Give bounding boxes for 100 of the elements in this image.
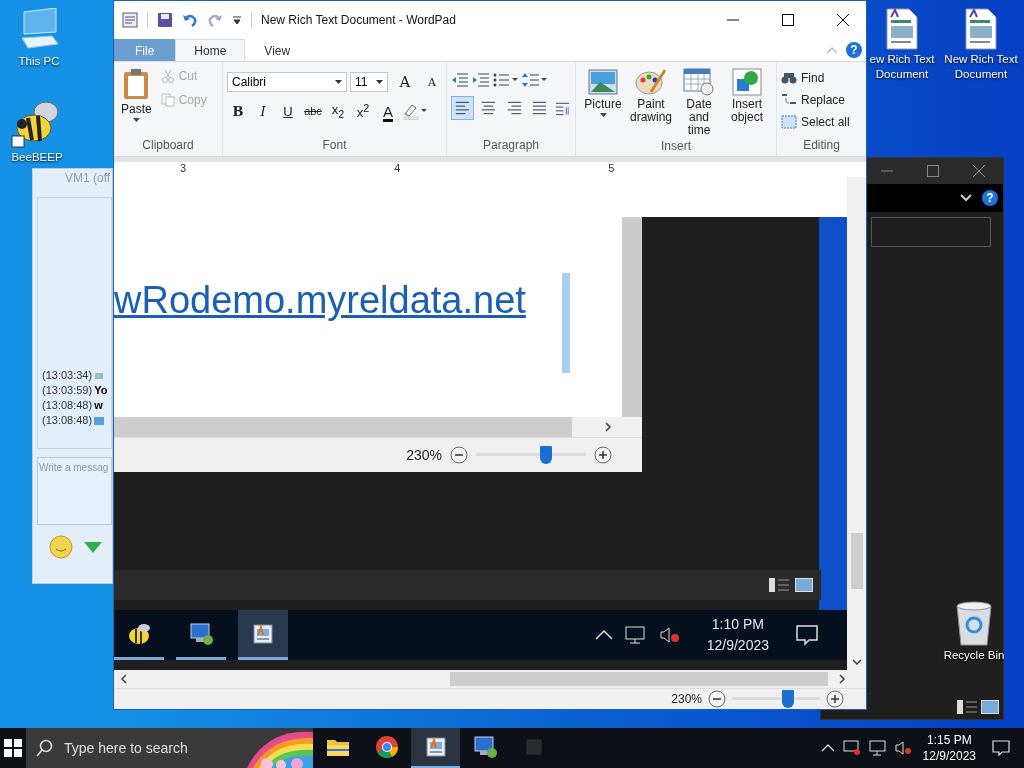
clock-date[interactable]: 12/9/2023 [922,748,976,764]
font-size-field[interactable]: 11 [350,72,388,92]
folder-icon[interactable] [325,737,350,757]
slider-thumb[interactable] [540,446,553,464]
close-icon[interactable] [837,14,849,26]
replace-button[interactable]: Replace [781,90,862,110]
dropdown-icon[interactable] [232,15,242,25]
caret-icon [335,80,342,84]
sup-button[interactable]: x$^{2}$ [352,100,374,122]
sub-button[interactable]: x$_{2}$ [327,100,349,122]
scrollbar[interactable] [114,417,642,437]
zoom-level: 230% [406,447,442,463]
clock-time[interactable]: 1:15 PM [926,732,972,748]
document-icon [964,8,998,50]
insert-datetime-button[interactable]: Date and time [676,66,722,139]
ribbon-tab[interactable]: Home [175,39,246,61]
slider-thumb[interactable] [782,690,795,708]
notification-icon[interactable] [795,624,819,646]
scrollbar[interactable] [847,177,866,670]
binoculars-icon [781,71,797,85]
wordpad-icon[interactable] [252,622,274,645]
computer-icon [94,370,105,381]
zoom-out-icon[interactable] [450,446,468,464]
zoom-out-icon[interactable] [708,690,726,708]
ruler-number: 5 [608,162,615,176]
chrome-icon[interactable] [374,735,399,759]
line-spacing-icon[interactable] [522,72,548,88]
ruler-number: 3 [180,162,187,176]
chevron-down-icon[interactable] [851,658,862,666]
bee-icon[interactable] [127,622,151,645]
ruler-number: 4 [394,162,401,176]
speaker-muted-icon[interactable] [658,626,681,644]
network-icon[interactable] [842,740,861,756]
network-icon[interactable] [624,626,647,644]
insert-picture-button[interactable]: Picture [580,66,626,139]
desktop-icon-label[interactable]: ew Rich Text Document [867,52,937,82]
copy-icon [160,93,175,107]
undo-icon[interactable] [182,12,198,28]
select-button[interactable]: Select all [781,112,862,132]
message-time: (13:08:48) [42,398,93,413]
message-text: Yo [94,383,108,398]
font-family-field[interactable]: Calibri [227,72,347,92]
italic-button[interactable]: I [252,100,274,122]
chevron-right-icon[interactable] [604,422,612,432]
zoom-in-icon[interactable] [826,690,844,708]
strike-button[interactable]: abc [302,100,324,122]
clock-date[interactable]: 12/9/2023 [706,635,769,656]
zoom-in-icon[interactable] [594,446,612,464]
wordpad-icon[interactable] [424,736,447,758]
increase-indent-icon[interactable] [472,72,490,88]
recycle-bin-icon [954,600,994,646]
search-field[interactable] [871,217,991,247]
ribbon-tab[interactable]: View [245,39,310,61]
insert-paint-button[interactable]: Paint drawing [628,66,674,139]
thumbnail-view-icon[interactable] [981,700,999,714]
taskbar-button[interactable] [411,728,460,768]
document-icon [885,8,919,50]
help-button[interactable]: ? [846,42,862,58]
notification-icon[interactable] [992,740,1010,756]
window-title: New Rich Text Document - WordPad [261,13,456,27]
windows-start-icon[interactable] [4,739,22,757]
chevron-left-icon[interactable] [120,674,128,684]
help-button[interactable]: ? [982,190,998,206]
taskbar-button[interactable] [238,610,288,660]
details-view-icon[interactable] [957,700,977,714]
scrollbar-thumb[interactable] [851,533,864,589]
scrollbar-thumb[interactable] [450,672,828,686]
save-icon[interactable] [157,12,173,28]
chevron-up-icon[interactable] [820,744,835,752]
zoom-level: 230% [671,691,702,708]
insert-object-button[interactable]: Insert object [724,66,770,139]
underline-button[interactable]: U [277,100,299,122]
envelope-icon [94,416,105,425]
align-left-icon[interactable] [451,96,474,120]
window-title: VM1 (off [64,170,112,187]
color-button[interactable]: A [377,100,399,122]
bold-button[interactable]: B [227,100,249,122]
message-field[interactable]: Write a messag [37,457,112,525]
maximize-icon[interactable] [782,14,794,26]
find-button[interactable]: Find [781,68,862,88]
scrollbar[interactable] [622,217,642,417]
computer-icon[interactable] [471,735,498,759]
group-label: Font [321,138,348,154]
bulleted-list-icon[interactable] [493,72,519,88]
decrease-indent-icon[interactable] [451,72,469,88]
desktop-icon-label[interactable]: New Rich Text Document [938,52,1024,82]
desktop-icon-label[interactable]: Recycle Bin [943,648,1005,663]
chevron-right-icon[interactable] [838,674,846,684]
chevron-up-icon[interactable] [594,630,613,640]
clock-time[interactable]: 1:10 PM [711,614,764,635]
speaker-muted-icon[interactable] [894,740,913,756]
scrollbar[interactable] [114,670,866,688]
computer-icon[interactable] [188,621,214,646]
monitor-icon[interactable] [868,740,887,756]
palette-icon [635,68,667,96]
paste-button[interactable]: Paste [118,66,155,138]
search-field[interactable]: Type here to search [26,728,313,768]
shrink-font-button[interactable]: A [422,75,442,89]
link[interactable]: wRodemo.myreldata.net [114,279,526,322]
grow-font-button[interactable]: A [391,73,419,91]
